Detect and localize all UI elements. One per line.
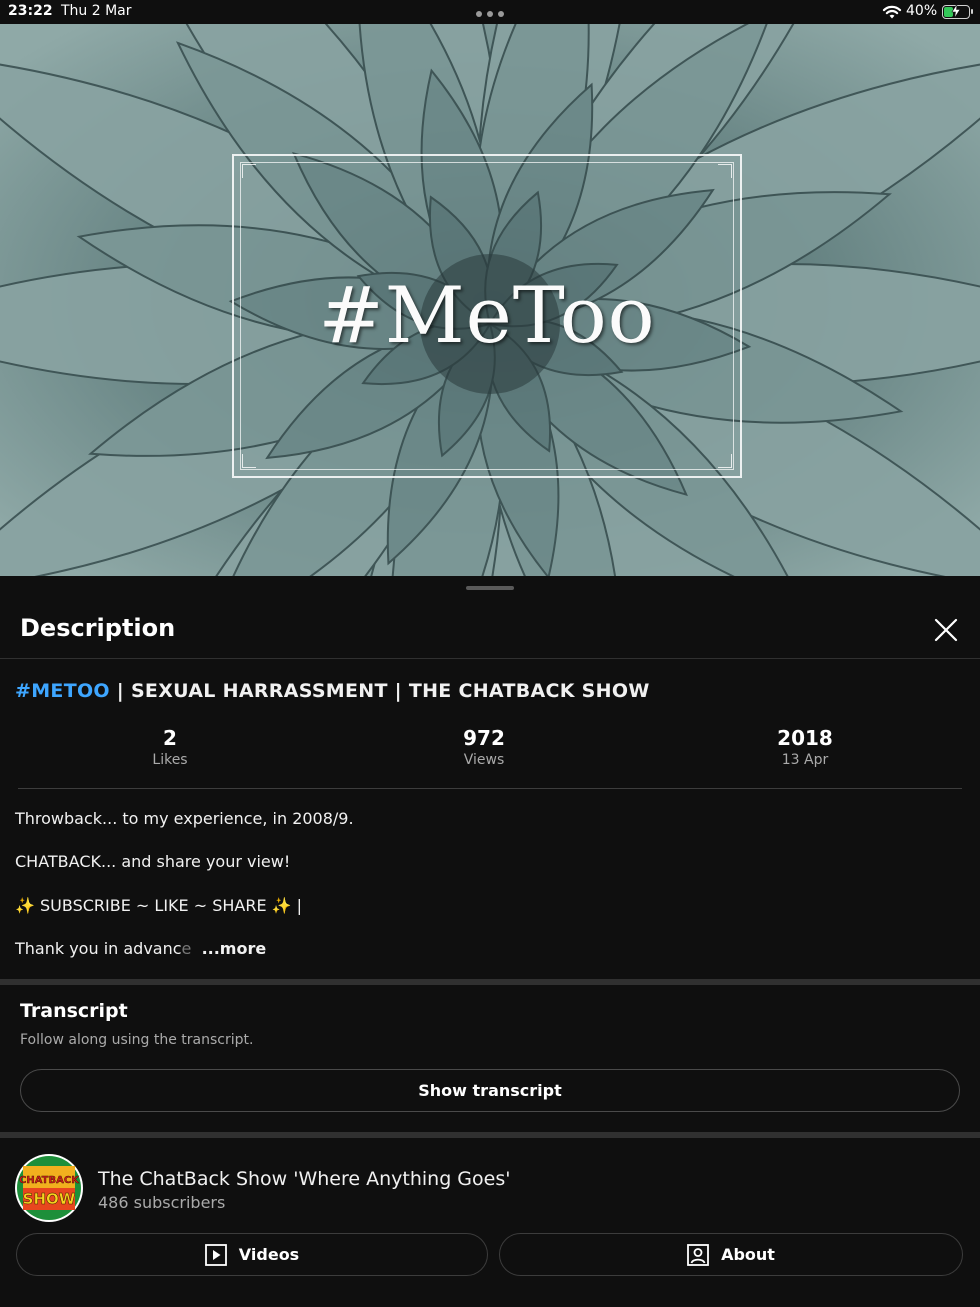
status-time: 23:22 [8,3,53,19]
avatar-text-bottom: SHOW [23,1190,76,1208]
avatar-text-top: CHATBACK [19,1175,80,1186]
hashtag-link[interactable]: #METOO [15,680,110,702]
subscriber-count: 486 subscribers [98,1193,226,1212]
about-button[interactable]: About [499,1233,963,1276]
views-label: Views [463,752,505,768]
status-bar: 23:22 Thu 2 Mar 40% [0,0,980,24]
views-stat: 972 Views [384,726,584,768]
status-date: Thu 2 Mar [61,3,132,19]
date-stat: 2018 13 Apr [705,726,905,768]
description-line-truncated: Thank you in advance ...more [15,939,266,958]
about-label: About [721,1245,775,1264]
video-title: #METOO | SEXUAL HARRASSMENT | THE CHATBA… [15,680,650,702]
header-divider [0,658,980,659]
views-count: 972 [463,726,505,750]
show-transcript-button[interactable]: Show transcript [20,1069,960,1112]
section-separator [0,979,980,985]
videos-button[interactable]: Videos [16,1233,488,1276]
channel-name[interactable]: The ChatBack Show 'Where Anything Goes' [98,1168,510,1190]
description-line: Throwback... to my experience, in 2008/9… [15,809,354,828]
description-panel: Description #METOO | SEXUAL HARRASSMENT … [0,576,980,1307]
channel-logo-icon: CHATBACK SHOW [17,1156,81,1220]
video-player[interactable]: #MeToo [0,24,980,576]
videos-label: Videos [238,1245,300,1264]
description-line: ✨ SUBSCRIBE ~ LIKE ~ SHARE ✨ | [15,896,303,915]
charging-bolt-icon [951,4,961,18]
person-icon [687,1243,709,1266]
stats-divider [18,788,962,789]
section-separator [0,1132,980,1138]
video-overlay-title: #MeToo [318,271,656,361]
description-truncated-text: Thank you in advanc [15,939,182,958]
transcript-title: Transcript [20,1000,128,1022]
drag-handle[interactable] [466,586,514,590]
wifi-icon [882,5,902,19]
multitasking-dots-icon[interactable] [476,11,504,17]
likes-stat: 2 Likes [70,726,270,768]
likes-count: 2 [163,726,177,750]
close-icon[interactable] [930,614,962,646]
channel-avatar[interactable]: CHATBACK SHOW [15,1154,83,1222]
battery-percent: 40% [906,3,938,19]
upload-date: 13 Apr [781,752,829,768]
more-link[interactable]: ...more [202,939,267,958]
video-title-text: | SEXUAL HARRASSMENT | THE CHATBACK SHOW [109,680,650,702]
video-play-icon [204,1243,227,1266]
description-fade-text: e [181,939,192,958]
upload-year: 2018 [777,726,833,750]
battery-icon [942,4,973,19]
transcript-subtitle: Follow along using the transcript. [20,1032,254,1048]
description-line: CHATBACK... and share your view! [15,852,291,871]
panel-title: Description [20,614,176,642]
likes-label: Likes [152,752,188,768]
